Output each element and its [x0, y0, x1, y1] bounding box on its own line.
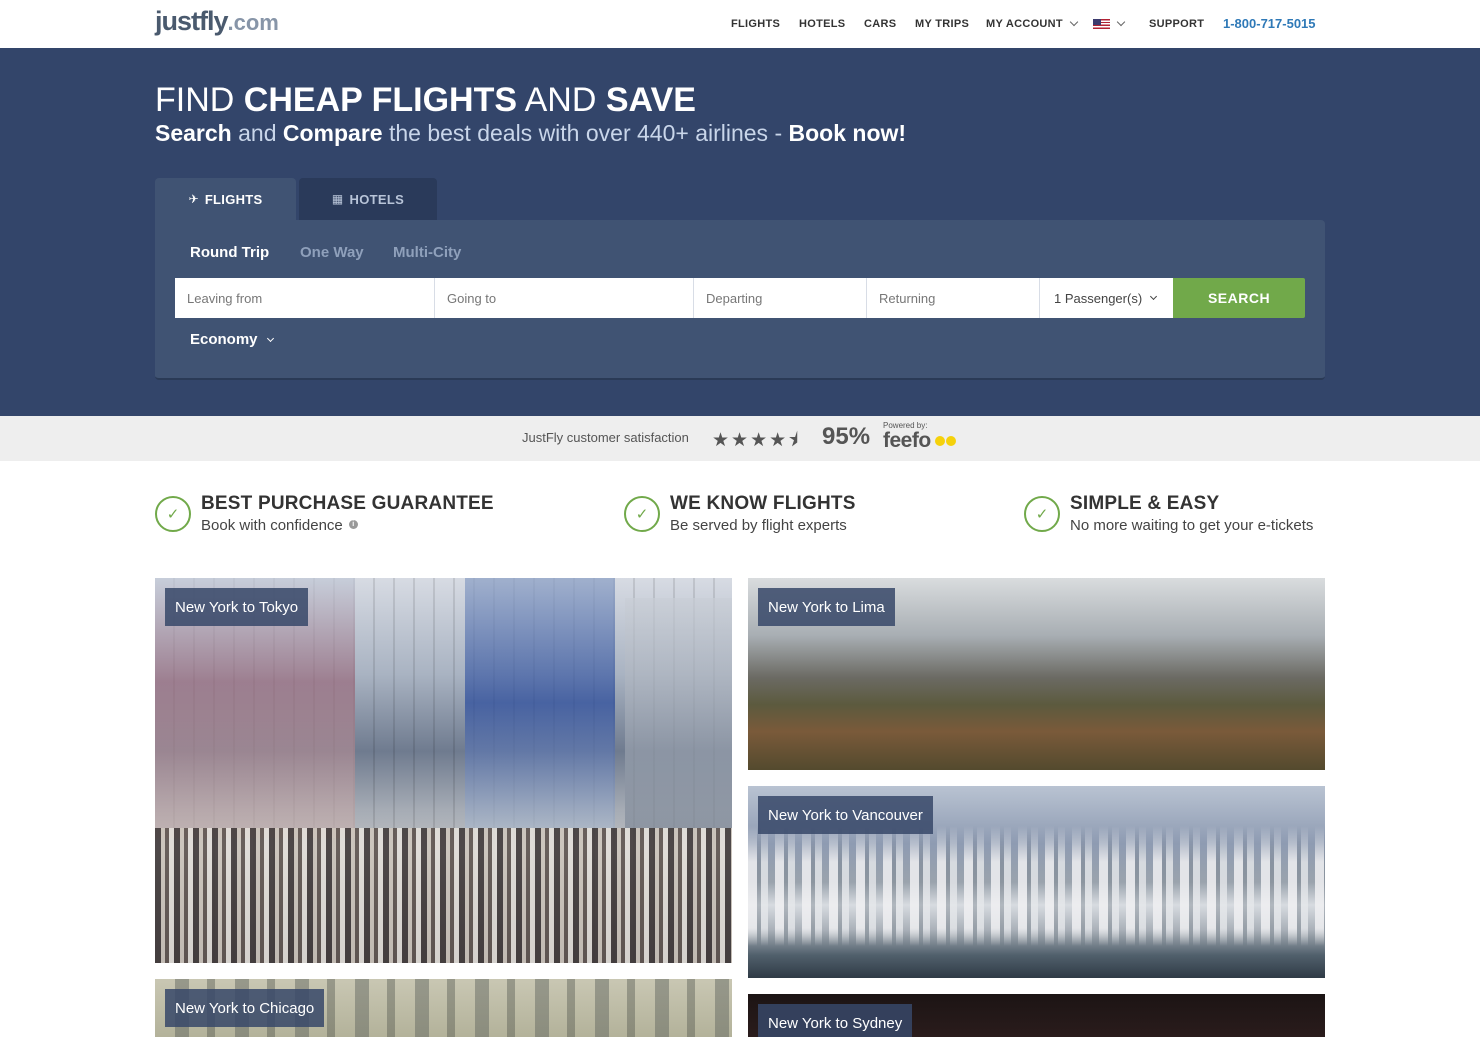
- satisfaction-label: JustFly customer satisfaction: [522, 430, 689, 445]
- check-circle-icon: ✓: [624, 496, 660, 532]
- tab-hotels-label: HOTELS: [349, 191, 405, 207]
- crowd-photo: [155, 828, 732, 963]
- building-icon: ▦: [331, 192, 344, 206]
- trip-type-round-trip[interactable]: Round Trip: [190, 244, 269, 261]
- headline-part-1: FIND: [155, 81, 244, 119]
- nav-my-trips[interactable]: MY TRIPS: [915, 16, 969, 32]
- nav-my-account-label: MY ACCOUNT: [986, 18, 1063, 30]
- subhead-search: Search: [155, 120, 232, 146]
- hero-headline: FIND CHEAP FLIGHTS AND SAVE: [155, 82, 696, 118]
- destination-card-chicago[interactable]: New York to Chicago: [155, 979, 732, 1037]
- destination-label: New York to Sydney: [758, 1004, 913, 1037]
- subhead-and: and: [231, 120, 283, 146]
- headline-part-3: AND: [517, 81, 606, 119]
- headline-part-2: CHEAP FLIGHTS: [243, 81, 518, 119]
- half-star-icon: ⯨: [788, 430, 801, 451]
- going-to-placeholder: Going to: [447, 290, 497, 306]
- feefo-eyes-icon: [935, 433, 957, 446]
- feature-title: SIMPLE & EASY: [1070, 493, 1220, 514]
- cabin-class-select[interactable]: Economy: [190, 331, 274, 348]
- check-circle-icon: ✓: [1024, 496, 1060, 532]
- nav-support[interactable]: SUPPORT: [1149, 16, 1204, 32]
- locale-selector[interactable]: [1093, 16, 1126, 32]
- destination-card-sydney[interactable]: New York to Sydney: [748, 994, 1325, 1037]
- nav-cars-label: CARS: [864, 18, 897, 30]
- chevron-down-icon: [1069, 17, 1079, 27]
- subhead-rest: the best deals with over 440+ airlines -: [382, 120, 789, 146]
- skyline-photo: [748, 826, 1325, 946]
- leaving-from-input[interactable]: Leaving from: [175, 278, 435, 318]
- tab-flights-label: FLIGHTS: [204, 191, 263, 207]
- departing-placeholder: Departing: [706, 290, 763, 306]
- hero-subheadline: Search and Compare the best deals with o…: [155, 118, 906, 148]
- satisfaction-percent: 95%: [822, 423, 871, 450]
- departing-date-input[interactable]: Departing: [694, 278, 867, 318]
- logo-tld: .com: [227, 10, 279, 35]
- justfly-logo[interactable]: justfly.com: [155, 6, 279, 37]
- feature-subtitle: Be served by flight experts: [670, 517, 847, 534]
- chevron-down-icon: [1150, 292, 1158, 300]
- destination-label: New York to Lima: [758, 588, 895, 626]
- passengers-value: 1 Passenger(s): [1054, 290, 1143, 306]
- subhead-book-now: Book now!: [788, 120, 907, 146]
- destination-card-tokyo[interactable]: New York to Tokyo: [155, 578, 732, 963]
- tab-flights[interactable]: ✈ FLIGHTS: [155, 178, 296, 220]
- headline-part-4: SAVE: [605, 81, 696, 119]
- feature-title: WE KNOW FLIGHTS: [670, 493, 856, 514]
- destination-label: New York to Vancouver: [758, 796, 933, 834]
- nav-cars[interactable]: CARS: [864, 16, 896, 32]
- search-button[interactable]: SEARCH: [1173, 278, 1305, 318]
- star-icon: ★★★★: [712, 430, 789, 451]
- passengers-select[interactable]: 1 Passenger(s): [1040, 278, 1173, 318]
- airplane-icon: ✈: [188, 192, 199, 206]
- chevron-down-icon: [1116, 17, 1126, 27]
- rating-stars: ★★★★⯨: [712, 426, 800, 458]
- phone-number-link[interactable]: 1-800-717-5015: [1223, 15, 1316, 31]
- nav-my-trips-label: MY TRIPS: [915, 18, 970, 30]
- going-to-input[interactable]: Going to: [435, 278, 694, 318]
- logo-brand: justfly: [155, 6, 229, 36]
- top-navigation: justfly.com FLIGHTS HOTELS CARS MY TRIPS…: [0, 0, 1480, 48]
- nav-support-label: SUPPORT: [1149, 18, 1205, 30]
- trip-type-multi-city[interactable]: Multi-City: [393, 244, 461, 261]
- destination-card-vancouver[interactable]: New York to Vancouver: [748, 786, 1325, 978]
- destination-label: New York to Chicago: [165, 989, 325, 1027]
- feature-subtitle-text: Book with confidence: [201, 517, 343, 534]
- nav-my-account[interactable]: MY ACCOUNT: [986, 16, 1079, 32]
- cabin-class-value: Economy: [190, 331, 258, 348]
- nav-flights-label: FLIGHTS: [731, 18, 781, 30]
- returning-placeholder: Returning: [879, 290, 936, 306]
- destination-label: New York to Tokyo: [165, 588, 309, 626]
- destination-card-lima[interactable]: New York to Lima: [748, 578, 1325, 770]
- nav-hotels[interactable]: HOTELS: [799, 16, 845, 32]
- feature-subtitle: Book with confidence i: [201, 517, 358, 534]
- feefo-logo[interactable]: feefo: [883, 429, 931, 453]
- leaving-from-placeholder: Leaving from: [187, 290, 263, 306]
- tab-hotels[interactable]: ▦ HOTELS: [299, 178, 437, 220]
- trip-type-one-way[interactable]: One Way: [300, 244, 364, 261]
- feature-title: BEST PURCHASE GUARANTEE: [201, 493, 494, 514]
- chevron-down-icon: [266, 334, 274, 342]
- city-photo: [465, 578, 615, 828]
- subhead-compare: Compare: [282, 120, 383, 146]
- phone-number: 1-800-717-5015: [1223, 15, 1316, 31]
- nav-flights[interactable]: FLIGHTS: [731, 16, 780, 32]
- returning-date-input[interactable]: Returning: [867, 278, 1040, 318]
- us-flag-icon: [1093, 18, 1110, 30]
- feature-subtitle: No more waiting to get your e-tickets: [1070, 517, 1314, 534]
- check-circle-icon: ✓: [155, 496, 191, 532]
- info-icon[interactable]: i: [348, 520, 358, 529]
- nav-hotels-label: HOTELS: [799, 18, 846, 30]
- city-photo: [625, 598, 732, 828]
